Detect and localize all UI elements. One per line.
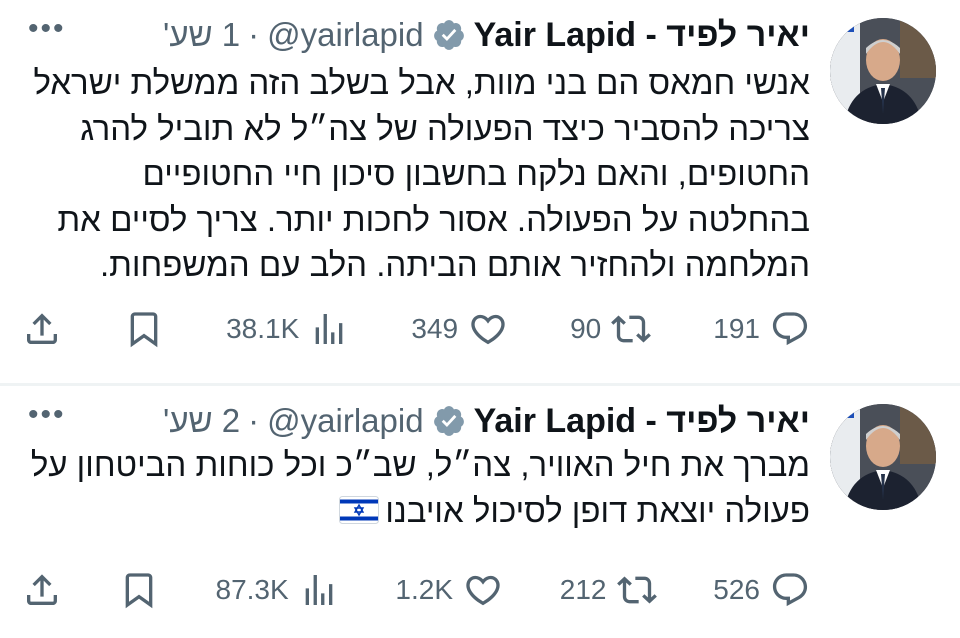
reply-icon [772,312,808,346]
likes-count: 1.2K [395,574,454,605]
reply-button[interactable]: 526 [713,570,810,610]
more-icon[interactable]: ••• [28,12,66,46]
avatar[interactable] [830,404,936,510]
bookmark-icon [125,573,153,609]
reposts-count: 212 [559,574,607,605]
views-button[interactable]: 38.1K [226,309,349,349]
reply-button[interactable]: 191 [713,309,810,349]
post-time[interactable]: 1 שע' [163,16,240,54]
tweet-actions: 87.3K 1.2K 212 526 [22,566,810,614]
share-icon [27,313,57,344]
avatar[interactable] [830,18,936,124]
bookmark-icon [130,312,158,348]
separator-dot: · [248,16,260,53]
views-button[interactable]: 87.3K [216,570,339,610]
author-name[interactable]: יאיר לפיד - Yair Lapid [474,16,810,55]
views-icon [315,314,343,344]
tweet-2[interactable]: יאיר לפיד - Yair Lapid @yairlapid · 2 שע… [0,386,960,638]
author-handle[interactable]: @yairlapid [267,16,423,54]
repost-button[interactable]: 212 [560,570,657,610]
author-name[interactable]: יאיר לפיד - Yair Lapid [474,402,810,441]
like-button[interactable]: 1.2K [395,570,503,610]
repost-button[interactable]: 90 [570,309,652,349]
like-button[interactable]: 349 [411,309,508,349]
tweet-text-content: מברך את חיל האוויר, צה״ל, שב״כ וכל כוחות… [30,446,810,529]
tweet-header: יאיר לפיד - Yair Lapid @yairlapid · 1 שע… [163,10,810,60]
tweet-1[interactable]: יאיר לפיד - Yair Lapid @yairlapid · 1 שע… [0,0,960,383]
tweet-text: מברך את חיל האוויר, צה״ל, שב״כ וכל כוחות… [26,442,810,533]
share-button[interactable] [22,309,62,349]
verified-badge-icon [433,406,464,436]
reply-icon [772,573,808,607]
tweet-text: אנשי חמאס הם בני מוות, אבל בשלב הזה ממשל… [33,64,810,283]
replies-count: 191 [713,313,760,344]
share-icon [27,574,57,605]
bookmark-button[interactable] [124,309,164,349]
post-time[interactable]: 2 שע' [163,402,240,440]
tweet-header: יאיר לפיד - Yair Lapid @yairlapid · 2 שע… [163,396,810,446]
views-count: 87.3K [215,574,289,605]
like-icon [471,314,505,345]
views-count: 38.1K [226,313,300,344]
like-icon [466,575,500,606]
share-button[interactable] [22,570,62,610]
more-icon[interactable]: ••• [28,398,66,432]
tweet-actions: 38.1K 349 90 191 [22,305,810,353]
israel-flag-emoji [339,495,380,524]
likes-count: 349 [411,313,459,344]
separator-dot: · [248,402,260,439]
repost-icon [616,576,657,604]
repost-icon [611,315,652,343]
author-handle[interactable]: @yairlapid [267,402,423,440]
verified-badge-icon [433,20,464,50]
views-icon [305,575,333,605]
reposts-count: 90 [570,313,602,344]
bookmark-button[interactable] [119,570,159,610]
replies-count: 526 [713,574,760,605]
